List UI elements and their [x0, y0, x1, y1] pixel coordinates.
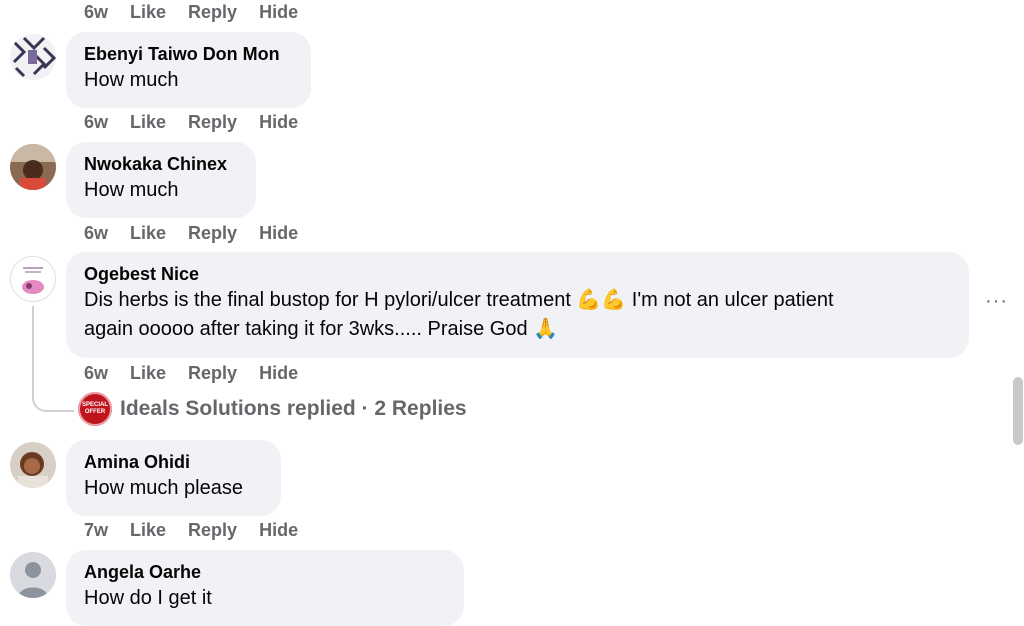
avatar-logo-icon [11, 257, 55, 301]
comment-bubble: Nwokaka Chinex How much [66, 142, 256, 218]
thread-line [32, 306, 34, 396]
comment-actions: 6w Like Reply Hide [84, 223, 320, 244]
comment-author[interactable]: Angela Oarhe [84, 560, 446, 584]
comment-bubble: Amina Ohidi How much please [66, 440, 281, 516]
avatar[interactable] [10, 442, 56, 488]
avatar-pattern-icon [10, 34, 56, 80]
comment-time[interactable]: 6w [84, 112, 108, 133]
more-options-icon[interactable]: ··· [985, 290, 1008, 313]
comment-author[interactable]: Ogebest Nice [84, 262, 951, 286]
avatar[interactable] [10, 552, 56, 598]
comment-time[interactable]: 6w [84, 223, 108, 244]
avatar-photo-icon [10, 144, 56, 190]
reply-button[interactable]: Reply [188, 363, 237, 384]
avatar[interactable] [10, 144, 56, 190]
like-button[interactable]: Like [130, 223, 166, 244]
reply-button[interactable]: Reply [188, 2, 237, 23]
like-button[interactable]: Like [130, 112, 166, 133]
reply-author-avatar: SPECIAL OFFER [78, 392, 112, 426]
comment-actions: 6w Like Reply Hide [84, 2, 320, 23]
reply-button[interactable]: Reply [188, 520, 237, 541]
hide-button[interactable]: Hide [259, 2, 298, 23]
comment-text: How much please [84, 477, 243, 499]
special-offer-badge: SPECIAL OFFER [82, 402, 109, 415]
like-button[interactable]: Like [130, 2, 166, 23]
hide-button[interactable]: Hide [259, 112, 298, 133]
comment-text-line1: Dis herbs is the final bustop for H pylo… [84, 289, 834, 311]
comment-author[interactable]: Nwokaka Chinex [84, 152, 238, 176]
view-replies-link[interactable]: SPECIAL OFFER Ideals Solutions replied ·… [78, 392, 467, 426]
comment-text: How do I get it [84, 587, 212, 609]
reply-button[interactable]: Reply [188, 112, 237, 133]
comment-bubble: Ogebest Nice Dis herbs is the final bust… [66, 252, 969, 358]
like-button[interactable]: Like [130, 363, 166, 384]
hide-button[interactable]: Hide [259, 520, 298, 541]
comment-author[interactable]: Ebenyi Taiwo Don Mon [84, 42, 293, 66]
comment-actions: 6w Like Reply Hide [84, 363, 320, 384]
comment-time[interactable]: 6w [84, 363, 108, 384]
thread-connector [32, 392, 74, 412]
hide-button[interactable]: Hide [259, 223, 298, 244]
comment-actions: 6w Like Reply Hide [84, 112, 320, 133]
avatar-photo-icon [10, 442, 56, 488]
like-button[interactable]: Like [130, 520, 166, 541]
comment-text-line2: again ooooo after taking it for 3wks....… [84, 318, 559, 340]
replies-label[interactable]: Ideals Solutions replied · 2 Replies [120, 397, 467, 421]
comment-text: How much [84, 179, 179, 201]
hide-button[interactable]: Hide [259, 363, 298, 384]
comment-time[interactable]: 6w [84, 2, 108, 23]
comment-bubble: Angela Oarhe How do I get it [66, 550, 464, 626]
comment-text: How much [84, 69, 179, 91]
comment-bubble: Ebenyi Taiwo Don Mon How much [66, 32, 311, 108]
scrollbar[interactable] [1013, 377, 1023, 445]
default-user-icon [10, 552, 56, 598]
avatar[interactable] [10, 256, 56, 302]
avatar[interactable] [10, 34, 56, 80]
reply-button[interactable]: Reply [188, 223, 237, 244]
comment-actions: 7w Like Reply Hide [84, 520, 320, 541]
comment-time[interactable]: 7w [84, 520, 108, 541]
comment-author[interactable]: Amina Ohidi [84, 450, 263, 474]
